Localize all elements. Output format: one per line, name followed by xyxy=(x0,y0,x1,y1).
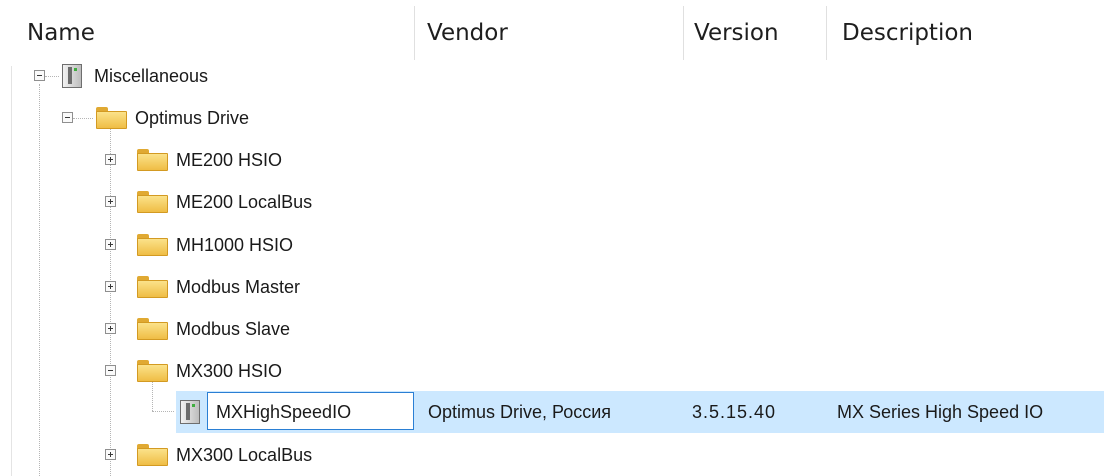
device-tree: Miscellaneous Optimus Drive ME200 HSIO M… xyxy=(0,0,1104,476)
collapse-toggle-icon[interactable] xyxy=(34,70,45,81)
collapse-toggle-icon[interactable] xyxy=(105,365,116,376)
expand-toggle-icon[interactable] xyxy=(105,281,116,292)
expand-toggle-icon[interactable] xyxy=(105,196,116,207)
tree-item-label: ME200 LocalBus xyxy=(176,192,313,212)
device-vendor: Optimus Drive, Россия xyxy=(428,402,612,422)
folder-icon xyxy=(96,107,127,129)
expand-toggle-icon[interactable] xyxy=(105,449,116,460)
tree-row-modbus-slave[interactable]: Modbus Slave xyxy=(0,308,1104,350)
expand-toggle-icon[interactable] xyxy=(105,239,116,250)
device-icon xyxy=(180,400,200,424)
tree-item-label: MX300 LocalBus xyxy=(176,445,313,465)
tree-item-label: MH1000 HSIO xyxy=(176,235,294,255)
tree-item-label: Optimus Drive xyxy=(135,108,250,128)
tree-item-label: ME200 HSIO xyxy=(176,150,283,170)
folder-icon xyxy=(137,149,168,171)
tree-item-label: Modbus Slave xyxy=(176,319,291,339)
device-description: MX Series High Speed IO xyxy=(837,402,1044,422)
tree-row-optimus-drive[interactable]: Optimus Drive xyxy=(0,97,1104,139)
collapse-toggle-icon[interactable] xyxy=(62,112,73,123)
tree-row-mh1000-hsio[interactable]: MH1000 HSIO xyxy=(0,224,1104,266)
folder-icon xyxy=(137,191,168,213)
tree-row-miscellaneous[interactable]: Miscellaneous xyxy=(0,55,1104,97)
tree-item-label: MX300 HSIO xyxy=(176,361,283,381)
tree-row-mx300-localbus[interactable]: MX300 LocalBus xyxy=(0,434,1104,476)
tree-row-modbus-master[interactable]: Modbus Master xyxy=(0,266,1104,308)
device-icon xyxy=(62,64,82,88)
tree-row-me200-localbus[interactable]: ME200 LocalBus xyxy=(0,181,1104,223)
tree-item-label: Miscellaneous xyxy=(94,66,209,86)
device-name[interactable]: MXHighSpeedIO xyxy=(216,391,351,433)
tree-item-label: Modbus Master xyxy=(176,277,301,297)
folder-icon xyxy=(137,234,168,256)
folder-icon xyxy=(137,318,168,340)
tree-row-mx300-hsio[interactable]: MX300 HSIO xyxy=(0,350,1104,392)
expand-toggle-icon[interactable] xyxy=(105,323,116,334)
device-version: 3.5.15.40 xyxy=(692,402,777,422)
tree-row-me200-hsio[interactable]: ME200 HSIO xyxy=(0,139,1104,181)
folder-icon xyxy=(137,444,168,466)
expand-toggle-icon[interactable] xyxy=(105,154,116,165)
folder-icon xyxy=(137,276,168,298)
tree-row-mxhighspeedio[interactable]: MXHighSpeedIO Optimus Drive, Россия 3.5.… xyxy=(0,391,1104,433)
folder-icon xyxy=(137,360,168,382)
